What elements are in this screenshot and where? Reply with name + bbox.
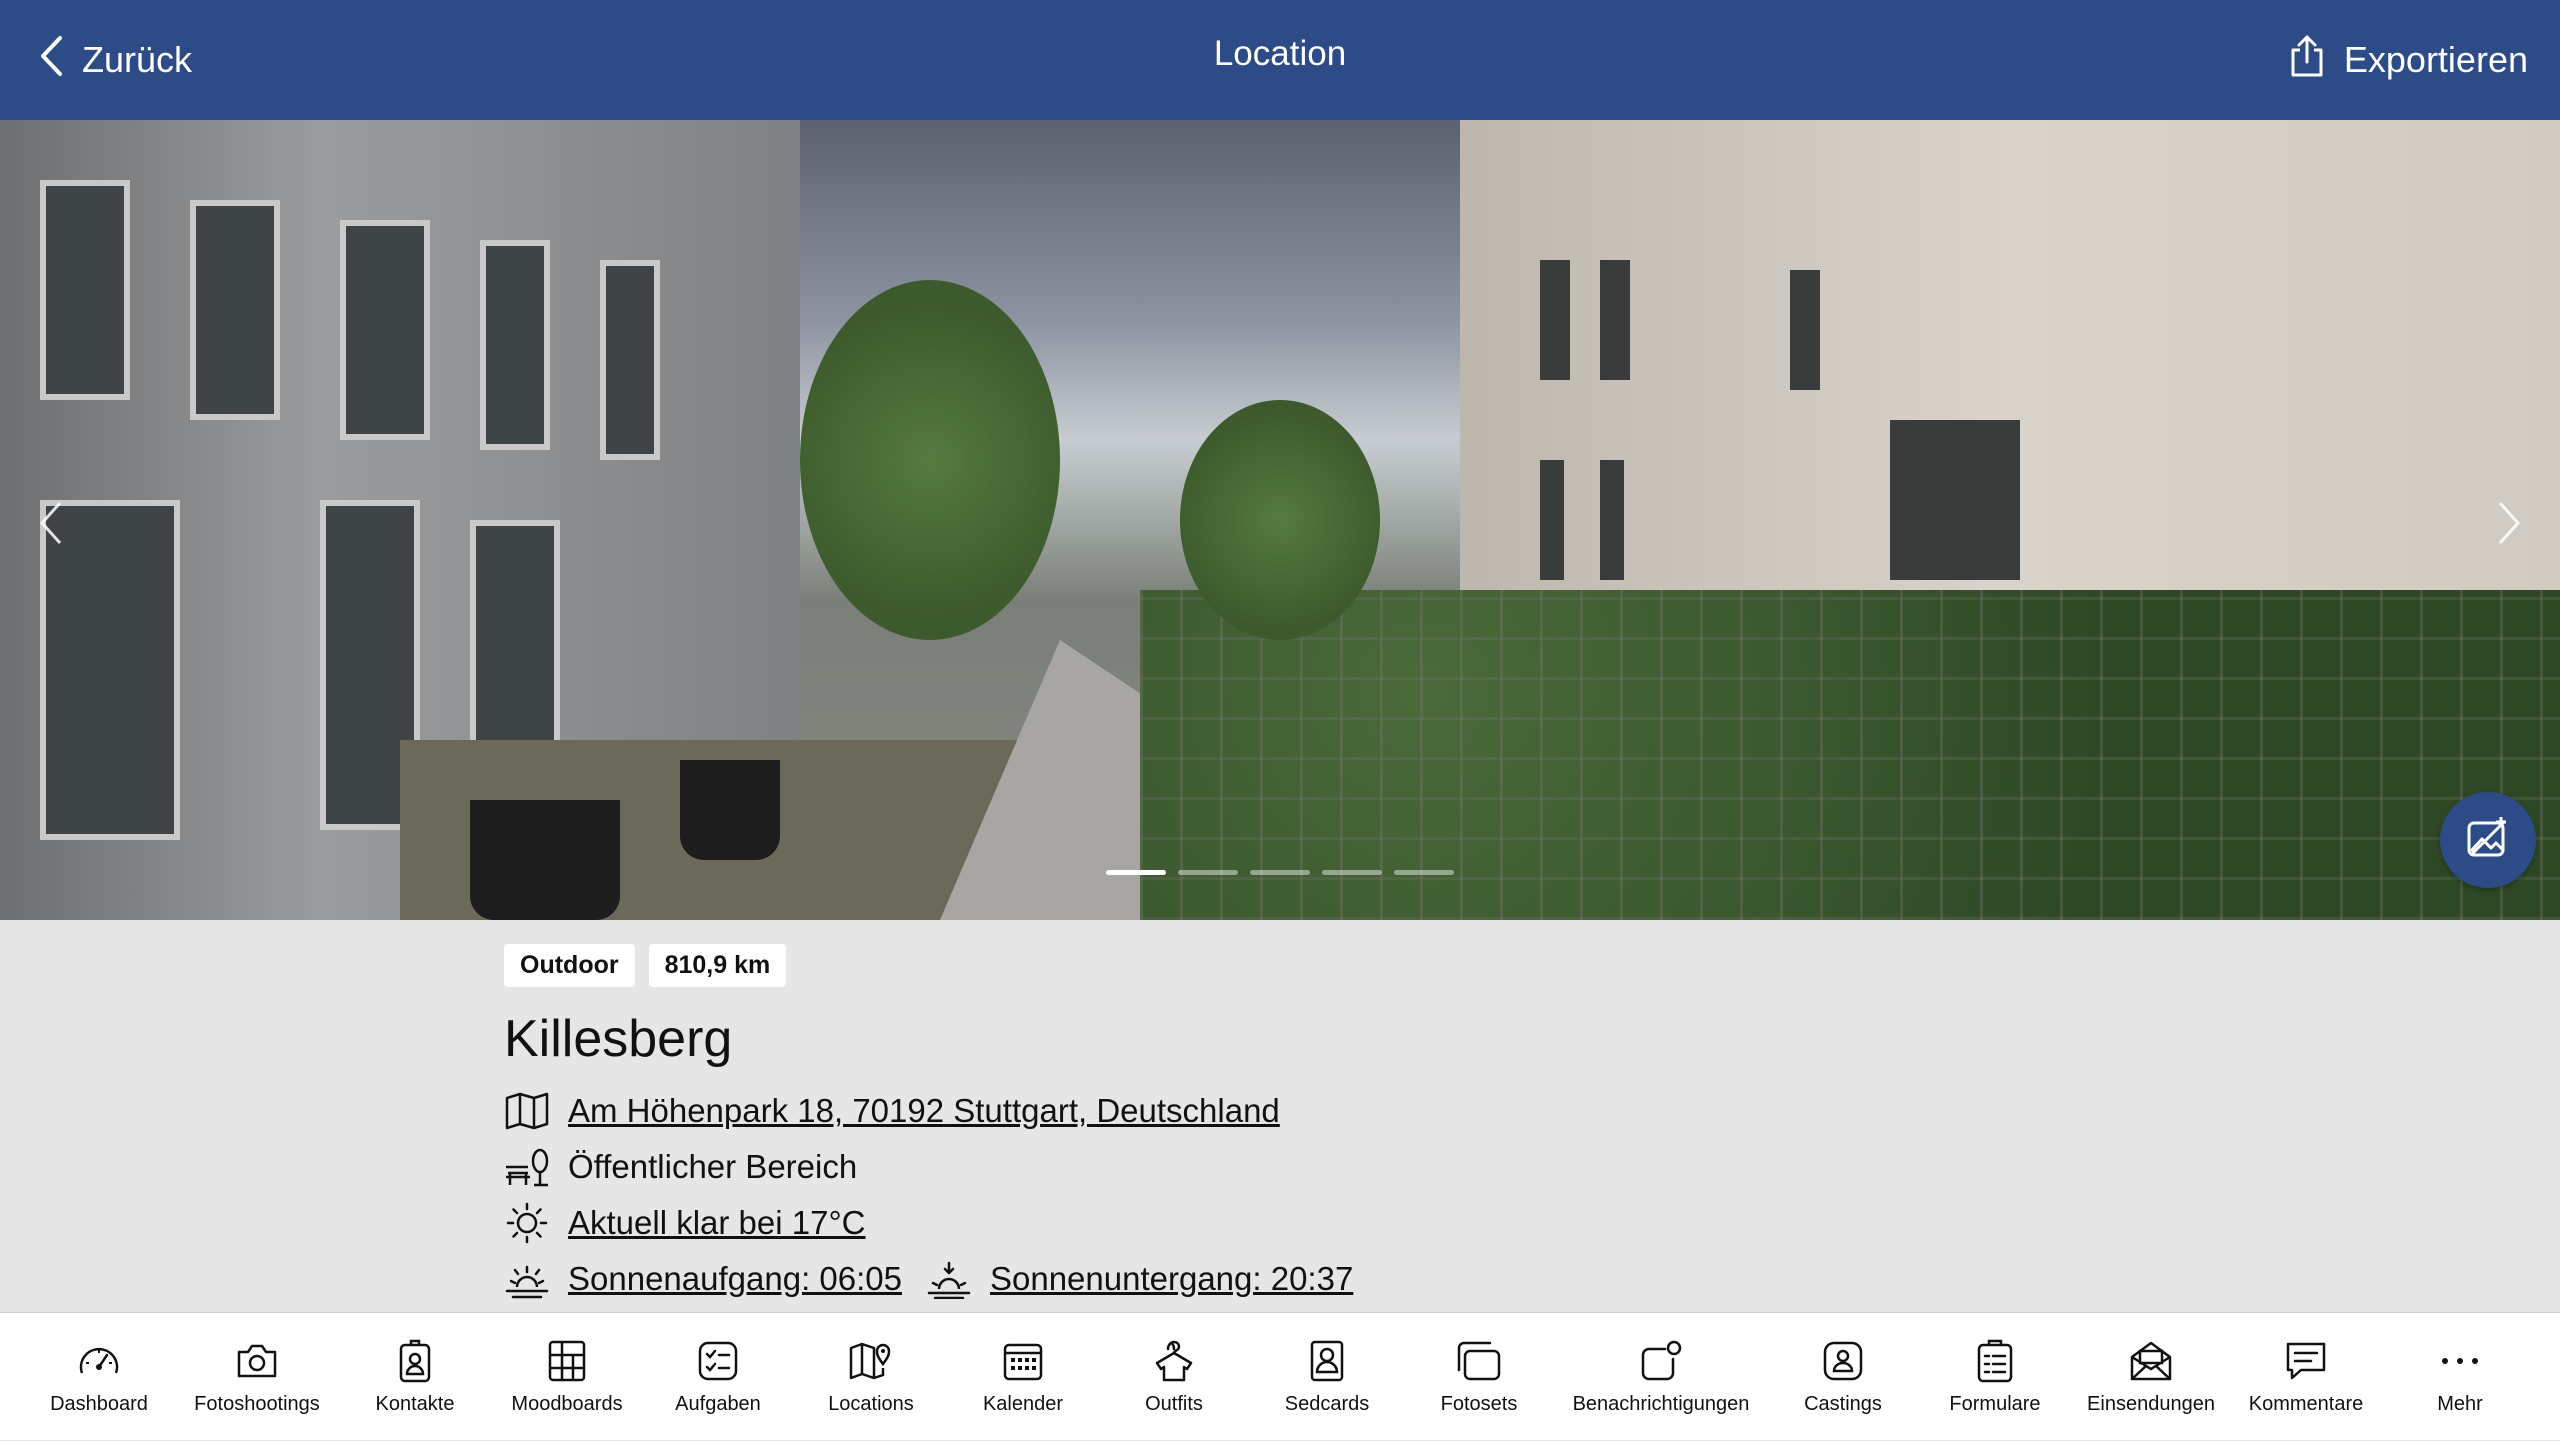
tab-label: Kommentare [2248, 1393, 2364, 1415]
tab-label: Castings [1804, 1393, 1882, 1415]
tab-einsendungen[interactable]: Einsendungen [2081, 1313, 2221, 1441]
sunset-link[interactable]: Sonnenuntergang: 20:37 [990, 1260, 1353, 1298]
photo-tree [800, 280, 1060, 640]
tab-label: Kontakte [375, 1393, 455, 1415]
more-icon [2440, 1337, 2480, 1385]
park-bench-icon [504, 1144, 550, 1190]
tab-castings[interactable]: Castings [1783, 1313, 1903, 1441]
sunrise-link[interactable]: Sonnenaufgang: 06:05 [568, 1260, 902, 1298]
bottom-tab-bar: Dashboard Fotoshootings Kontakte Moodboa… [0, 1312, 2560, 1440]
location-name: Killesberg [504, 1010, 733, 1068]
tab-fotoshootings[interactable]: Fotoshootings [187, 1313, 327, 1441]
area-text: Öffentlicher Bereich [568, 1148, 858, 1185]
tab-formulare[interactable]: Formulare [1935, 1313, 2055, 1441]
tab-label: Benachrichtigungen [1572, 1393, 1750, 1415]
carousel-dot[interactable] [1250, 870, 1310, 875]
notification-icon [1639, 1337, 1683, 1385]
carousel-dot[interactable] [1394, 870, 1454, 875]
tab-label: Aufgaben [675, 1393, 761, 1415]
carousel-dot[interactable] [1106, 870, 1166, 875]
carousel-indicator [1106, 870, 1454, 875]
tab-label: Formulare [1949, 1393, 2041, 1415]
tab-label: Outfits [1145, 1393, 1203, 1415]
tab-kalender[interactable]: Kalender [963, 1313, 1083, 1441]
sunrise-icon [504, 1256, 550, 1302]
photo-edit-icon [2465, 815, 2511, 866]
tab-fotosets[interactable]: Fotosets [1419, 1313, 1539, 1441]
map-pin-icon [849, 1337, 893, 1385]
tab-kommentare[interactable]: Kommentare [2246, 1313, 2366, 1441]
tab-label: Moodboards [511, 1393, 623, 1415]
photo-tree [1180, 400, 1380, 640]
form-icon [1976, 1337, 2014, 1385]
weather-row: Aktuell klar bei 17°C [504, 1195, 2104, 1251]
tab-benachrichtigungen[interactable]: Benachrichtigungen [1566, 1313, 1756, 1441]
casting-icon [1822, 1337, 1864, 1385]
tab-aufgaben[interactable]: Aufgaben [658, 1313, 778, 1441]
tab-label: Fotoshootings [194, 1393, 320, 1415]
address-link[interactable]: Am Höhenpark 18, 70192 Stuttgart, Deutsc… [568, 1092, 1280, 1130]
tasks-icon [697, 1337, 739, 1385]
carousel-dot[interactable] [1178, 870, 1238, 875]
sun-times-row: Sonnenaufgang: 06:05 Sonnenuntergang: 20… [504, 1251, 2104, 1307]
location-details: Outdoor 810,9 km Killesberg Am Höhenpark… [504, 944, 2104, 1307]
carousel-next-button[interactable] [2484, 495, 2534, 555]
tab-mehr[interactable]: Mehr [2410, 1313, 2510, 1441]
outfit-icon [1151, 1337, 1197, 1385]
tab-label: Sedcards [1284, 1393, 1370, 1415]
sun-icon [504, 1200, 550, 1246]
carousel-dot[interactable] [1322, 870, 1382, 875]
location-photo-carousel[interactable] [0, 120, 2560, 920]
camera-icon [235, 1337, 279, 1385]
tab-outfits[interactable]: Outfits [1114, 1313, 1234, 1441]
tab-moodboards[interactable]: Moodboards [502, 1313, 632, 1441]
tag-distance: 810,9 km [648, 944, 787, 987]
map-icon [504, 1088, 550, 1134]
sedcard-icon [1309, 1337, 1345, 1385]
photo-planter [470, 800, 620, 920]
address-row: Am Höhenpark 18, 70192 Stuttgart, Deutsc… [504, 1083, 2104, 1139]
top-bar: Zurück Location Exportieren [0, 0, 2560, 120]
fotosets-icon [1456, 1337, 1502, 1385]
export-label: Exportieren [2343, 39, 2528, 80]
submissions-icon [2129, 1337, 2173, 1385]
tab-label: Locations [828, 1393, 914, 1415]
tab-kontakte[interactable]: Kontakte [355, 1313, 475, 1441]
weather-link[interactable]: Aktuell klar bei 17°C [568, 1204, 866, 1242]
sunset-icon [926, 1256, 972, 1302]
tag-type: Outdoor [504, 944, 635, 987]
tab-label: Dashboard [50, 1393, 148, 1415]
calendar-icon [1002, 1337, 1044, 1385]
tab-label: Kalender [982, 1393, 1064, 1415]
tab-label: Mehr [2437, 1393, 2483, 1415]
photo-edit-button[interactable] [2440, 792, 2536, 888]
tab-sedcards[interactable]: Sedcards [1267, 1313, 1387, 1441]
export-button[interactable]: Exportieren [2288, 30, 2528, 90]
dashboard-icon [77, 1337, 121, 1385]
photo-planter [680, 760, 780, 860]
comment-icon [2285, 1337, 2327, 1385]
tab-label: Einsendungen [2087, 1393, 2215, 1415]
tag-list: Outdoor 810,9 km [504, 944, 2104, 987]
tab-dashboard[interactable]: Dashboard [39, 1313, 159, 1441]
carousel-prev-button[interactable] [26, 495, 76, 555]
chevron-right-icon [2497, 501, 2521, 550]
page-title: Location [1213, 34, 1347, 73]
tab-label: Fotosets [1440, 1393, 1518, 1415]
contact-icon [397, 1337, 433, 1385]
share-icon [2288, 34, 2326, 87]
moodboard-icon [547, 1337, 587, 1385]
area-row: Öffentlicher Bereich [504, 1139, 2104, 1195]
chevron-left-icon [39, 501, 63, 550]
tab-locations[interactable]: Locations [811, 1313, 931, 1441]
